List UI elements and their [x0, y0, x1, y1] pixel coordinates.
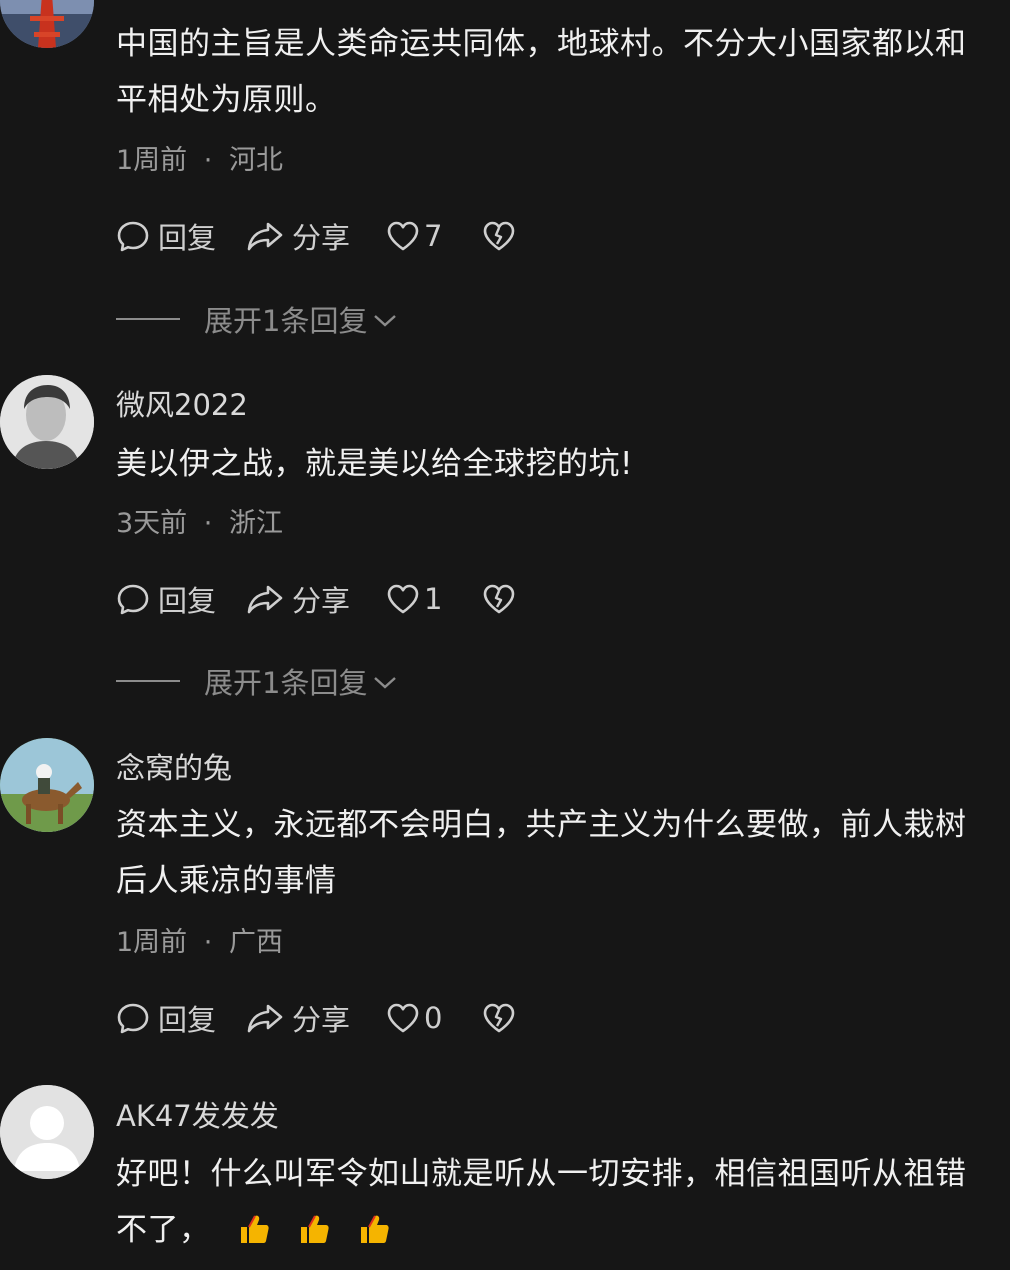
divider-line	[116, 318, 180, 320]
comment-text: 中国的主旨是人类命运共同体，地球村。不分大小国家都以和平相处为原则。	[116, 26, 967, 118]
meta-separator: ·	[203, 508, 213, 539]
like-button[interactable]: 0	[386, 1001, 442, 1035]
chevron-down-icon	[373, 664, 397, 698]
comment-icon	[116, 582, 150, 616]
divider-line	[116, 680, 180, 682]
avatar[interactable]	[0, 1085, 94, 1179]
expand-label: 展开1条回复	[204, 666, 368, 700]
comment-username[interactable]: AK47发发发	[116, 1093, 279, 1135]
expand-replies-button[interactable]: 展开1条回复	[116, 298, 397, 340]
comment-actions: 回复 分享 7	[116, 214, 516, 258]
heart-icon	[386, 220, 420, 252]
dislike-button[interactable]	[482, 220, 516, 252]
comment-time: 1周前	[116, 145, 188, 176]
share-icon	[246, 1001, 284, 1035]
like-button[interactable]: 7	[386, 219, 442, 253]
avatar[interactable]	[0, 738, 94, 832]
thumbs-up-icon	[357, 1208, 391, 1243]
comment-text: 好吧！什么叫军令如山就是听从一切安排，相信祖国听从祖错不了，	[116, 1146, 986, 1258]
reply-button[interactable]: 回复	[116, 215, 216, 257]
expand-label: 展开1条回复	[204, 304, 368, 338]
heart-icon	[386, 1002, 420, 1034]
comment-location: 浙江	[228, 508, 283, 539]
heart-icon	[386, 583, 420, 615]
like-count: 7	[424, 219, 443, 253]
comment-location: 广西	[228, 927, 283, 958]
comment-location: 河北	[228, 145, 283, 176]
share-label: 分享	[292, 1003, 351, 1037]
share-label: 分享	[292, 584, 351, 618]
comment-meta: 1周前 · 河北	[116, 138, 283, 177]
share-button[interactable]: 分享	[246, 215, 350, 257]
comment-icon	[116, 219, 150, 253]
comment-meta: 1周前 · 广西	[116, 920, 283, 959]
dislike-button[interactable]	[482, 1002, 516, 1034]
reply-button[interactable]: 回复	[116, 997, 216, 1039]
comment-meta: 3天前 · 浙江	[116, 501, 283, 540]
comment-username[interactable]: 微风2022	[116, 382, 248, 424]
share-icon	[246, 582, 284, 616]
thumbs-up-icon	[237, 1208, 271, 1243]
share-label: 分享	[292, 221, 351, 255]
expand-replies-button[interactable]: 展开1条回复	[116, 660, 397, 702]
share-icon	[246, 219, 284, 253]
like-button[interactable]: 1	[386, 582, 442, 616]
share-button[interactable]: 分享	[246, 997, 350, 1039]
like-count: 1	[424, 582, 443, 616]
reply-label: 回复	[158, 1003, 217, 1037]
reply-label: 回复	[158, 221, 217, 255]
comment-actions: 回复 分享 0	[116, 996, 516, 1040]
thumbs-up-icon	[297, 1208, 331, 1243]
avatar[interactable]	[0, 0, 94, 48]
avatar[interactable]	[0, 375, 94, 469]
comment-icon	[116, 1001, 150, 1035]
comment-text: 美以伊之战，就是美以给全球挖的坑!	[116, 446, 633, 482]
dislike-button[interactable]	[482, 583, 516, 615]
meta-separator: ·	[203, 145, 213, 176]
comment-actions: 回复 分享 1	[116, 577, 516, 621]
comment-text: 资本主义，永远都不会明白，共产主义为什么要做，前人栽树后人乘凉的事情	[116, 807, 967, 899]
meta-separator: ·	[203, 927, 213, 958]
reply-button[interactable]: 回复	[116, 578, 216, 620]
comment-time: 3天前	[116, 508, 188, 539]
chevron-down-icon	[373, 302, 397, 336]
like-count: 0	[424, 1001, 443, 1035]
broken-heart-icon	[482, 583, 516, 615]
comment-username[interactable]: 念窝的兔	[116, 745, 232, 787]
reply-label: 回复	[158, 584, 217, 618]
broken-heart-icon	[482, 220, 516, 252]
share-button[interactable]: 分享	[246, 578, 350, 620]
broken-heart-icon	[482, 1002, 516, 1034]
comment-time: 1周前	[116, 927, 188, 958]
